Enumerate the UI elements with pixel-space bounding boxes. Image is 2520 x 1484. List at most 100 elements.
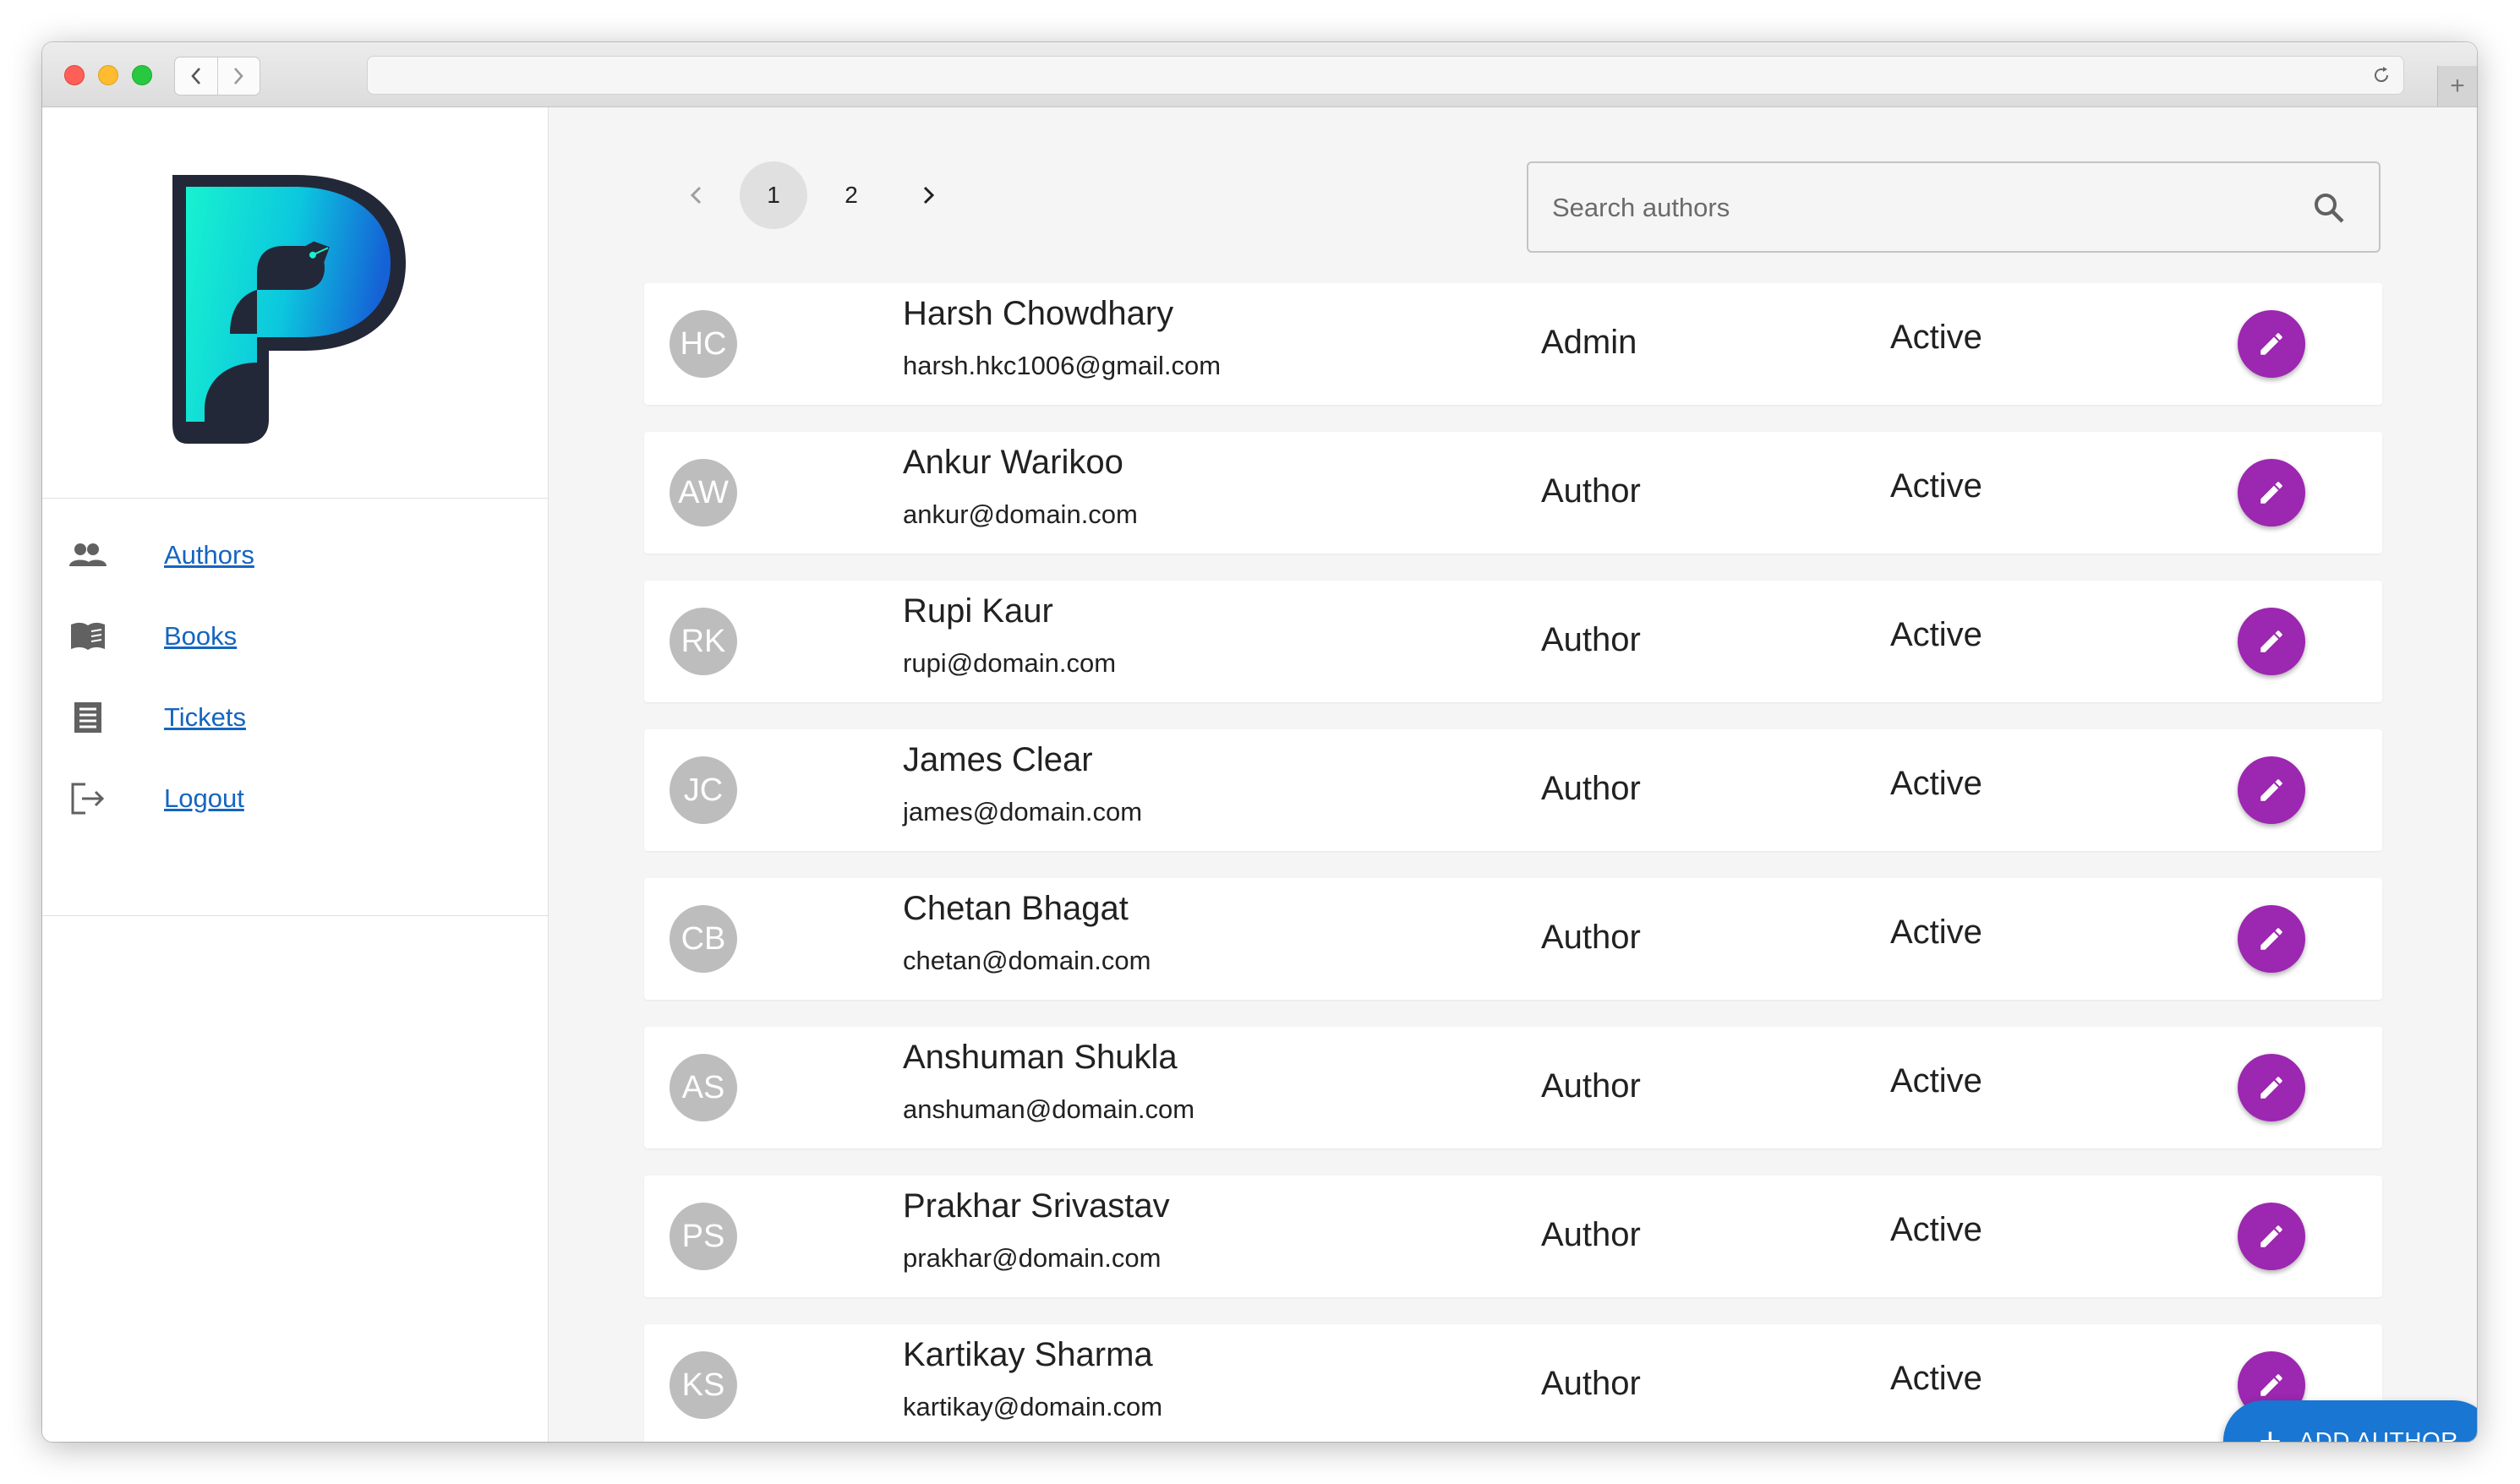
edit-author-button[interactable] bbox=[2238, 608, 2305, 675]
ticket-icon bbox=[68, 697, 108, 738]
pencil-icon bbox=[2260, 333, 2282, 355]
sidebar-divider bbox=[42, 915, 548, 916]
author-email: prakhar@domain.com bbox=[903, 1243, 1162, 1273]
browser-window: + Authors Books Tickets Logout 1 2 Searc… bbox=[42, 42, 2477, 1442]
sidebar-item-tickets[interactable]: Tickets bbox=[42, 677, 548, 758]
sidebar-item-label[interactable]: Tickets bbox=[164, 702, 246, 733]
plus-icon: + bbox=[2450, 72, 2465, 100]
author-status: Active bbox=[1890, 1360, 1982, 1397]
author-name: Rupi Kaur bbox=[903, 592, 1053, 630]
author-role: Author bbox=[1541, 621, 1641, 658]
avatar: JC bbox=[670, 756, 737, 824]
sidebar-item-logout[interactable]: Logout bbox=[42, 758, 548, 839]
pencil-icon bbox=[2260, 1077, 2282, 1099]
sidebar-item-label[interactable]: Books bbox=[164, 621, 237, 652]
author-status: Active bbox=[1890, 765, 1982, 802]
maximize-window-button[interactable] bbox=[132, 65, 152, 85]
edit-author-button[interactable] bbox=[2238, 310, 2305, 378]
author-name: Prakhar Srivastav bbox=[903, 1187, 1170, 1225]
main-content: 1 2 HC Harsh Chowdhary harsh.hkc1006@gma… bbox=[549, 107, 2477, 1442]
author-email: chetan@domain.com bbox=[903, 946, 1151, 975]
sidebar-item-authors[interactable]: Authors bbox=[42, 515, 548, 596]
author-email: kartikay@domain.com bbox=[903, 1392, 1163, 1421]
logo-area bbox=[42, 107, 548, 499]
list-item: PS Prakhar Srivastav prakhar@domain.com … bbox=[644, 1176, 2382, 1297]
author-role: Admin bbox=[1541, 324, 1637, 361]
author-status: Active bbox=[1890, 616, 1982, 653]
app: Authors Books Tickets Logout 1 2 Search … bbox=[42, 107, 2477, 1442]
avatar: CB bbox=[670, 905, 737, 973]
app-logo bbox=[172, 175, 406, 444]
pencil-icon bbox=[2260, 1225, 2282, 1247]
avatar: KS bbox=[670, 1351, 737, 1419]
author-email: harsh.hkc1006@gmail.com bbox=[903, 351, 1222, 380]
add-author-button[interactable]: + ADD AUTHOR bbox=[2223, 1400, 2477, 1442]
avatar: AW bbox=[670, 459, 737, 526]
author-name: James Clear bbox=[903, 741, 1093, 778]
author-status: Active bbox=[1890, 1211, 1982, 1248]
prev-page-button[interactable] bbox=[662, 161, 730, 229]
back-button[interactable] bbox=[175, 57, 217, 95]
author-name: Kartikay Sharma bbox=[903, 1336, 1153, 1373]
edit-author-button[interactable] bbox=[2238, 905, 2305, 973]
book-icon bbox=[68, 616, 108, 657]
sidebar-item-label[interactable]: Authors bbox=[164, 540, 254, 570]
author-status: Active bbox=[1890, 319, 1982, 356]
author-email: anshuman@domain.com bbox=[903, 1094, 1195, 1124]
sidebar: Authors Books Tickets Logout bbox=[42, 107, 549, 1442]
search-input[interactable] bbox=[1550, 163, 2281, 253]
search-icon[interactable] bbox=[2313, 192, 2345, 224]
sidebar-item-label[interactable]: Logout bbox=[164, 783, 244, 814]
close-window-button[interactable] bbox=[64, 65, 85, 85]
edit-author-button[interactable] bbox=[2238, 1203, 2305, 1270]
author-name: Chetan Bhagat bbox=[903, 890, 1129, 927]
author-name: Anshuman Shukla bbox=[903, 1039, 1178, 1076]
pencil-icon bbox=[2260, 1374, 2282, 1396]
edit-author-button[interactable] bbox=[2238, 756, 2305, 824]
authors-list: HC Harsh Chowdhary harsh.hkc1006@gmail.c… bbox=[644, 283, 2382, 1442]
new-tab-button[interactable]: + bbox=[2437, 66, 2477, 106]
history-nav bbox=[174, 57, 260, 95]
pencil-icon bbox=[2260, 928, 2282, 950]
list-item: AS Anshuman Shukla anshuman@domain.com A… bbox=[644, 1027, 2382, 1148]
author-role: Author bbox=[1541, 919, 1641, 956]
sidebar-item-books[interactable]: Books bbox=[42, 596, 548, 677]
page-2-button[interactable]: 2 bbox=[817, 161, 885, 229]
avatar: RK bbox=[670, 608, 737, 675]
avatar: PS bbox=[670, 1203, 737, 1270]
edit-author-button[interactable] bbox=[2238, 459, 2305, 526]
minimize-window-button[interactable] bbox=[98, 65, 118, 85]
pencil-icon bbox=[2260, 482, 2282, 504]
author-name: Harsh Chowdhary bbox=[903, 295, 1174, 332]
author-role: Author bbox=[1541, 1216, 1641, 1253]
browser-titlebar: + bbox=[42, 42, 2477, 107]
pencil-icon bbox=[2260, 779, 2282, 801]
plus-icon: + bbox=[2259, 1419, 2282, 1442]
author-status: Active bbox=[1890, 914, 1982, 951]
list-item: JC James Clear james@domain.com Author A… bbox=[644, 729, 2382, 851]
reload-icon[interactable] bbox=[2371, 65, 2392, 85]
author-email: rupi@domain.com bbox=[903, 648, 1117, 678]
page-1-button[interactable]: 1 bbox=[740, 161, 807, 229]
sidebar-nav: Authors Books Tickets Logout bbox=[42, 515, 548, 839]
author-role: Author bbox=[1541, 472, 1641, 510]
edit-author-button[interactable] bbox=[2238, 1054, 2305, 1121]
author-name: Ankur Warikoo bbox=[903, 444, 1123, 481]
list-item: KS Kartikay Sharma kartikay@domain.com A… bbox=[644, 1324, 2382, 1442]
author-role: Author bbox=[1541, 770, 1641, 807]
pagination: 1 2 bbox=[662, 161, 973, 229]
logout-icon bbox=[68, 778, 108, 819]
next-page-button[interactable] bbox=[895, 161, 963, 229]
list-item: HC Harsh Chowdhary harsh.hkc1006@gmail.c… bbox=[644, 283, 2382, 405]
avatar: AS bbox=[670, 1054, 737, 1121]
chevron-left-icon bbox=[690, 186, 702, 205]
address-bar[interactable] bbox=[367, 56, 2404, 95]
chevron-left-icon bbox=[191, 68, 200, 85]
avatar: HC bbox=[670, 310, 737, 378]
chevron-right-icon bbox=[923, 186, 935, 205]
author-role: Author bbox=[1541, 1365, 1641, 1402]
author-role: Author bbox=[1541, 1067, 1641, 1105]
author-status: Active bbox=[1890, 1062, 1982, 1099]
forward-button[interactable] bbox=[216, 57, 260, 95]
list-item: CB Chetan Bhagat chetan@domain.com Autho… bbox=[644, 878, 2382, 1000]
